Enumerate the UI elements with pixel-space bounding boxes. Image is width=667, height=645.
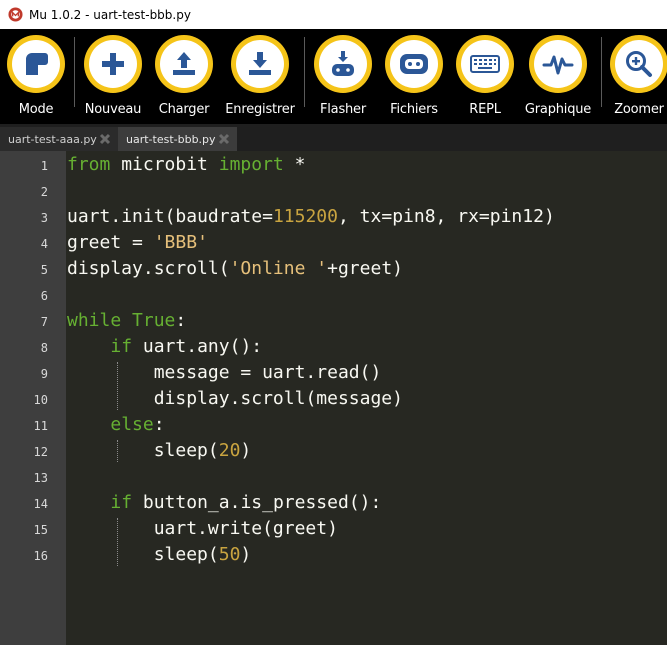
code-line[interactable]: display.scroll('Online '+greet) — [67, 256, 403, 282]
files-icon — [400, 54, 428, 74]
new-label: Nouveau — [84, 102, 142, 117]
line-number: 14 — [33, 497, 48, 511]
code-line[interactable]: if button_a.is_pressed(): — [67, 490, 381, 516]
tab-label: uart-test-aaa.py — [8, 132, 97, 146]
line-number: 12 — [33, 445, 48, 459]
plotter-label: Graphique — [524, 102, 592, 117]
tab-uart-test-bbb[interactable]: uart-test-bbb.py — [118, 127, 237, 151]
line-number: 7 — [40, 315, 48, 329]
line-number: 2 — [40, 185, 48, 199]
close-tab-icon[interactable] — [98, 132, 112, 146]
line-number: 10 — [33, 393, 48, 407]
code-line[interactable]: greet = 'BBB' — [67, 230, 208, 256]
plotter-button[interactable]: Graphique — [524, 29, 592, 124]
new-button[interactable]: Nouveau — [83, 29, 143, 124]
window-title: Mu 1.0.2 - uart-test-bbb.py — [29, 7, 191, 22]
repl-button[interactable]: REPL — [455, 29, 515, 124]
code-line[interactable]: uart.init(baudrate=115200, tx=pin8, rx=p… — [67, 204, 555, 230]
line-number: 16 — [33, 549, 48, 563]
toolbar-separator — [601, 37, 602, 107]
line-number: 3 — [40, 211, 48, 225]
save-label: Enregistrer — [225, 102, 295, 117]
files-button[interactable]: Fichiers — [384, 29, 444, 124]
plus-icon — [102, 53, 124, 75]
load-button[interactable]: Charger — [154, 29, 214, 124]
toolbar-separator — [304, 37, 305, 107]
mode-button[interactable]: Mode — [6, 29, 66, 124]
repl-label: REPL — [469, 102, 501, 117]
code-line[interactable]: else: — [67, 412, 164, 438]
code-line[interactable]: if uart.any(): — [67, 334, 262, 360]
zoom-in-icon — [626, 51, 652, 77]
line-number-gutter: 1 2 3 4 5 6 7 8 9 10 11 12 13 14 15 16 — [0, 151, 66, 645]
line-number: 13 — [33, 471, 48, 485]
line-number: 8 — [40, 341, 48, 355]
code-line[interactable]: while True: — [67, 308, 186, 334]
download-icon — [249, 52, 271, 75]
tab-label: uart-test-bbb.py — [126, 132, 216, 146]
line-number: 1 — [40, 159, 48, 173]
indent-guide — [117, 362, 119, 410]
close-tab-icon[interactable] — [217, 132, 231, 146]
line-number: 15 — [33, 523, 48, 537]
line-number: 11 — [33, 419, 48, 433]
flash-button[interactable]: Flasher — [313, 29, 373, 124]
code-editor[interactable]: 1 2 3 4 5 6 7 8 9 10 11 12 13 14 15 16 from microbit im… — [0, 151, 667, 645]
code-line[interactable]: from microbit import * — [67, 152, 305, 178]
keyboard-icon — [470, 55, 500, 73]
line-number: 4 — [40, 237, 48, 251]
load-label: Charger — [158, 102, 210, 117]
flash-microbit-icon — [332, 51, 354, 76]
tab-bar: uart-test-aaa.py uart-test-bbb.py — [0, 124, 667, 151]
toolbar-separator — [74, 37, 75, 107]
indent-guide — [117, 518, 119, 566]
plotter-icon — [542, 55, 574, 75]
title-bar: Mu 1.0.2 - uart-test-bbb.py — [0, 0, 667, 29]
line-number: 5 — [40, 263, 48, 277]
tab-uart-test-aaa[interactable]: uart-test-aaa.py — [0, 127, 118, 151]
line-number: 9 — [40, 367, 48, 381]
toolbar: Mode Nouveau Charger Enregistrer Flasher… — [0, 29, 667, 124]
zoom-in-button[interactable]: Zoomer — [609, 29, 667, 124]
code-line[interactable]: uart.write(greet) — [67, 516, 338, 542]
mode-icon — [26, 53, 48, 75]
line-number: 6 — [40, 289, 48, 303]
mu-logo-icon — [8, 7, 23, 22]
files-label: Fichiers — [390, 102, 438, 117]
upload-icon — [173, 52, 195, 75]
code-line[interactable]: sleep(20) — [67, 438, 252, 464]
flash-label: Flasher — [319, 102, 366, 117]
code-line[interactable]: message = uart.read() — [67, 360, 382, 386]
mode-label: Mode — [18, 102, 54, 117]
code-line[interactable]: sleep(50) — [67, 542, 252, 568]
zoom-in-label: Zoomer — [614, 102, 664, 117]
save-button[interactable]: Enregistrer — [225, 29, 295, 124]
indent-guide — [117, 440, 119, 462]
